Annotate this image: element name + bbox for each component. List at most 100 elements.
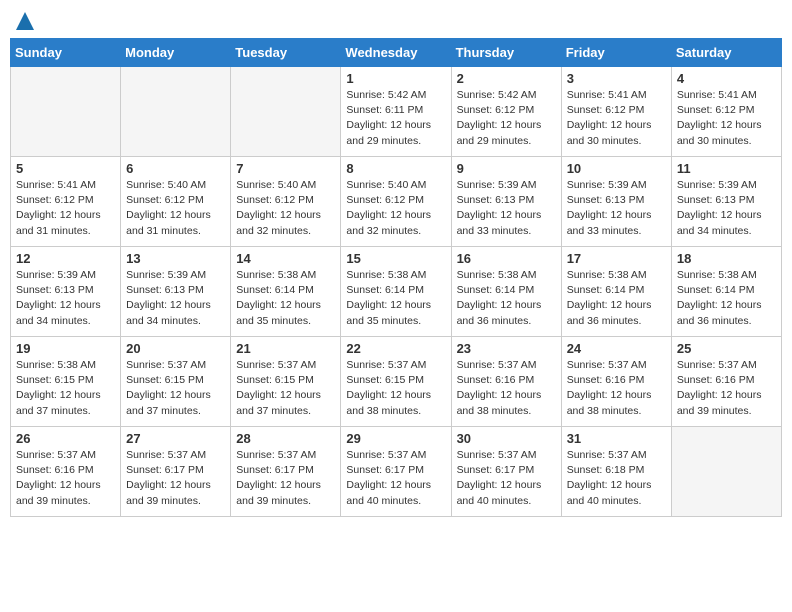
- day-number: 5: [16, 161, 115, 176]
- day-info: Sunrise: 5:37 AM Sunset: 6:17 PM Dayligh…: [457, 448, 556, 509]
- day-number: 31: [567, 431, 666, 446]
- day-number: 15: [346, 251, 445, 266]
- day-info: Sunrise: 5:37 AM Sunset: 6:16 PM Dayligh…: [457, 358, 556, 419]
- day-number: 19: [16, 341, 115, 356]
- day-info: Sunrise: 5:37 AM Sunset: 6:16 PM Dayligh…: [16, 448, 115, 509]
- calendar-cell: [671, 427, 781, 517]
- day-info: Sunrise: 5:41 AM Sunset: 6:12 PM Dayligh…: [677, 88, 776, 149]
- day-number: 17: [567, 251, 666, 266]
- calendar-cell: 5 Sunrise: 5:41 AM Sunset: 6:12 PM Daylig…: [11, 157, 121, 247]
- day-info: Sunrise: 5:39 AM Sunset: 6:13 PM Dayligh…: [567, 178, 666, 239]
- logo-triangle-icon: [16, 12, 34, 30]
- day-number: 2: [457, 71, 556, 86]
- calendar-cell: 17 Sunrise: 5:38 AM Sunset: 6:14 PM Dayli…: [561, 247, 671, 337]
- header-cell-tuesday: Tuesday: [231, 39, 341, 67]
- day-number: 26: [16, 431, 115, 446]
- header-cell-thursday: Thursday: [451, 39, 561, 67]
- day-info: Sunrise: 5:40 AM Sunset: 6:12 PM Dayligh…: [126, 178, 225, 239]
- day-info: Sunrise: 5:38 AM Sunset: 6:14 PM Dayligh…: [677, 268, 776, 329]
- calendar-cell: 26 Sunrise: 5:37 AM Sunset: 6:16 PM Dayli…: [11, 427, 121, 517]
- calendar-cell: 27 Sunrise: 5:37 AM Sunset: 6:17 PM Dayli…: [121, 427, 231, 517]
- header-cell-sunday: Sunday: [11, 39, 121, 67]
- day-info: Sunrise: 5:42 AM Sunset: 6:11 PM Dayligh…: [346, 88, 445, 149]
- logo: [14, 10, 34, 30]
- calendar-cell: 9Sunrise: 5:39 AM Sunset: 6:13 PM Daylig…: [451, 157, 561, 247]
- calendar-cell: 11 Sunrise: 5:39 AM Sunset: 6:13 PM Dayli…: [671, 157, 781, 247]
- calendar-cell: 7 Sunrise: 5:40 AM Sunset: 6:12 PM Daylig…: [231, 157, 341, 247]
- day-info: Sunrise: 5:37 AM Sunset: 6:16 PM Dayligh…: [677, 358, 776, 419]
- calendar-cell: 2 Sunrise: 5:42 AM Sunset: 6:12 PM Daylig…: [451, 67, 561, 157]
- week-row-3: 12 Sunrise: 5:39 AM Sunset: 6:13 PM Dayli…: [11, 247, 782, 337]
- day-number: 7: [236, 161, 335, 176]
- day-number: 16: [457, 251, 556, 266]
- day-info: Sunrise: 5:38 AM Sunset: 6:15 PM Dayligh…: [16, 358, 115, 419]
- day-number: 21: [236, 341, 335, 356]
- day-number: 29: [346, 431, 445, 446]
- day-number: 25: [677, 341, 776, 356]
- day-info: Sunrise: 5:39 AM Sunset: 6:13 PM Dayligh…: [126, 268, 225, 329]
- calendar-cell: 8 Sunrise: 5:40 AM Sunset: 6:12 PM Daylig…: [341, 157, 451, 247]
- day-number: 20: [126, 341, 225, 356]
- calendar-cell: [231, 67, 341, 157]
- day-info: Sunrise: 5:41 AM Sunset: 6:12 PM Dayligh…: [16, 178, 115, 239]
- day-number: 1: [346, 71, 445, 86]
- day-info: Sunrise: 5:40 AM Sunset: 6:12 PM Dayligh…: [346, 178, 445, 239]
- header-cell-monday: Monday: [121, 39, 231, 67]
- calendar-table: SundayMondayTuesdayWednesdayThursdayFrid…: [10, 38, 782, 517]
- day-info: Sunrise: 5:37 AM Sunset: 6:17 PM Dayligh…: [236, 448, 335, 509]
- calendar-cell: 23Sunrise: 5:37 AM Sunset: 6:16 PM Dayli…: [451, 337, 561, 427]
- calendar-cell: 6 Sunrise: 5:40 AM Sunset: 6:12 PM Daylig…: [121, 157, 231, 247]
- calendar-cell: 4 Sunrise: 5:41 AM Sunset: 6:12 PM Daylig…: [671, 67, 781, 157]
- day-number: 27: [126, 431, 225, 446]
- day-number: 8: [346, 161, 445, 176]
- day-info: Sunrise: 5:39 AM Sunset: 6:13 PM Dayligh…: [16, 268, 115, 329]
- week-row-4: 19 Sunrise: 5:38 AM Sunset: 6:15 PM Dayli…: [11, 337, 782, 427]
- day-number: 4: [677, 71, 776, 86]
- calendar-cell: 28Sunrise: 5:37 AM Sunset: 6:17 PM Dayli…: [231, 427, 341, 517]
- day-info: Sunrise: 5:38 AM Sunset: 6:14 PM Dayligh…: [236, 268, 335, 329]
- week-row-2: 5 Sunrise: 5:41 AM Sunset: 6:12 PM Daylig…: [11, 157, 782, 247]
- calendar-cell: 18Sunrise: 5:38 AM Sunset: 6:14 PM Dayli…: [671, 247, 781, 337]
- calendar-cell: [11, 67, 121, 157]
- day-info: Sunrise: 5:38 AM Sunset: 6:14 PM Dayligh…: [457, 268, 556, 329]
- day-info: Sunrise: 5:38 AM Sunset: 6:14 PM Dayligh…: [346, 268, 445, 329]
- day-info: Sunrise: 5:37 AM Sunset: 6:17 PM Dayligh…: [126, 448, 225, 509]
- day-info: Sunrise: 5:38 AM Sunset: 6:14 PM Dayligh…: [567, 268, 666, 329]
- day-info: Sunrise: 5:41 AM Sunset: 6:12 PM Dayligh…: [567, 88, 666, 149]
- day-number: 30: [457, 431, 556, 446]
- day-number: 11: [677, 161, 776, 176]
- calendar-cell: 22Sunrise: 5:37 AM Sunset: 6:15 PM Dayli…: [341, 337, 451, 427]
- header-cell-wednesday: Wednesday: [341, 39, 451, 67]
- calendar-cell: 21Sunrise: 5:37 AM Sunset: 6:15 PM Dayli…: [231, 337, 341, 427]
- week-row-5: 26 Sunrise: 5:37 AM Sunset: 6:16 PM Dayli…: [11, 427, 782, 517]
- day-info: Sunrise: 5:37 AM Sunset: 6:17 PM Dayligh…: [346, 448, 445, 509]
- calendar-cell: 14 Sunrise: 5:38 AM Sunset: 6:14 PM Dayli…: [231, 247, 341, 337]
- calendar-cell: 15 Sunrise: 5:38 AM Sunset: 6:14 PM Dayli…: [341, 247, 451, 337]
- calendar-cell: 30 Sunrise: 5:37 AM Sunset: 6:17 PM Dayli…: [451, 427, 561, 517]
- calendar-cell: 13 Sunrise: 5:39 AM Sunset: 6:13 PM Dayli…: [121, 247, 231, 337]
- day-number: 12: [16, 251, 115, 266]
- day-info: Sunrise: 5:37 AM Sunset: 6:16 PM Dayligh…: [567, 358, 666, 419]
- day-info: Sunrise: 5:40 AM Sunset: 6:12 PM Dayligh…: [236, 178, 335, 239]
- calendar-cell: [121, 67, 231, 157]
- day-info: Sunrise: 5:42 AM Sunset: 6:12 PM Dayligh…: [457, 88, 556, 149]
- day-number: 24: [567, 341, 666, 356]
- calendar-cell: 31 Sunrise: 5:37 AM Sunset: 6:18 PM Dayli…: [561, 427, 671, 517]
- day-number: 13: [126, 251, 225, 266]
- day-number: 14: [236, 251, 335, 266]
- calendar-cell: 24 Sunrise: 5:37 AM Sunset: 6:16 PM Dayli…: [561, 337, 671, 427]
- header-row: SundayMondayTuesdayWednesdayThursdayFrid…: [11, 39, 782, 67]
- calendar-cell: 3Sunrise: 5:41 AM Sunset: 6:12 PM Daylig…: [561, 67, 671, 157]
- calendar-cell: 29 Sunrise: 5:37 AM Sunset: 6:17 PM Dayli…: [341, 427, 451, 517]
- calendar-cell: 16 Sunrise: 5:38 AM Sunset: 6:14 PM Dayli…: [451, 247, 561, 337]
- calendar-cell: 19 Sunrise: 5:38 AM Sunset: 6:15 PM Dayli…: [11, 337, 121, 427]
- day-number: 6: [126, 161, 225, 176]
- day-info: Sunrise: 5:39 AM Sunset: 6:13 PM Dayligh…: [677, 178, 776, 239]
- calendar-cell: 20Sunrise: 5:37 AM Sunset: 6:15 PM Dayli…: [121, 337, 231, 427]
- day-number: 10: [567, 161, 666, 176]
- header-cell-saturday: Saturday: [671, 39, 781, 67]
- day-info: Sunrise: 5:37 AM Sunset: 6:18 PM Dayligh…: [567, 448, 666, 509]
- calendar-header: SundayMondayTuesdayWednesdayThursdayFrid…: [11, 39, 782, 67]
- calendar-cell: 10 Sunrise: 5:39 AM Sunset: 6:13 PM Dayli…: [561, 157, 671, 247]
- page-header: [10, 10, 782, 30]
